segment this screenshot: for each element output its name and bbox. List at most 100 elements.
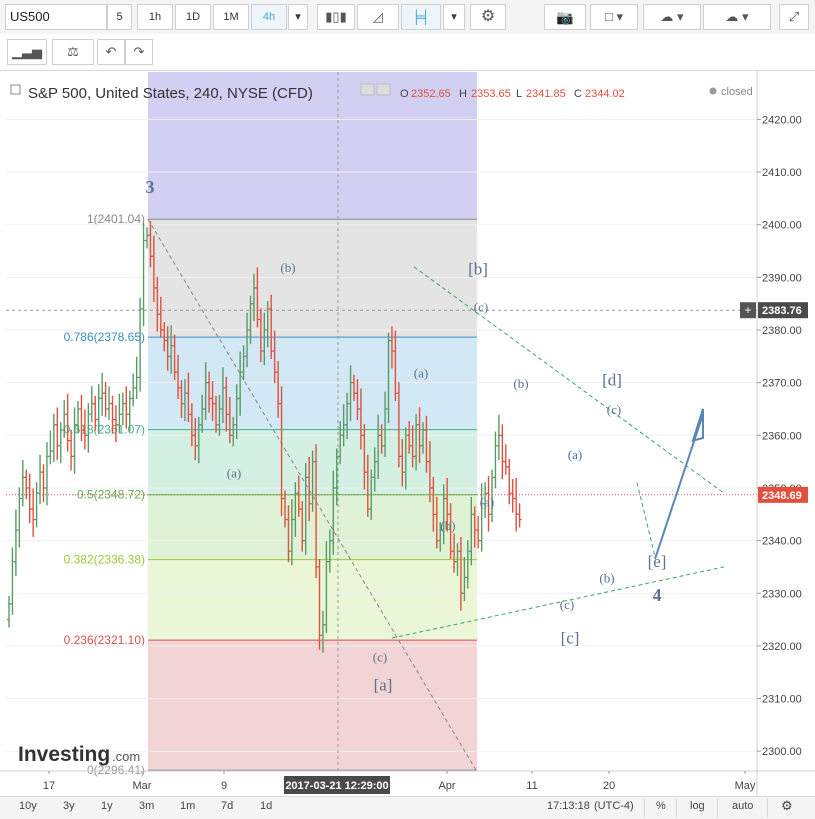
save-chart-button[interactable]: ☁ ▾ — [703, 4, 771, 30]
range-10y[interactable]: 10y — [19, 800, 37, 812]
price-tick-label: 2400.00 — [762, 220, 802, 232]
symbol-input[interactable]: US500 — [5, 4, 107, 30]
fib-band — [148, 640, 477, 771]
settings-button[interactable]: ⚙ — [470, 4, 506, 30]
price-tick-label: 2380.00 — [762, 325, 802, 337]
wave-label: (a) — [480, 494, 494, 509]
clock: 17:13:18 — [547, 800, 590, 812]
time-tick-label: Mar — [133, 780, 152, 792]
divider — [676, 799, 677, 817]
divider — [767, 799, 768, 817]
wave-label: (a) — [414, 365, 428, 380]
price-tick-label: 2360.00 — [762, 430, 802, 442]
price-chart[interactable]: 1(2401.04)0.786(2378.65)0.618(2361.07)0.… — [0, 71, 815, 796]
candles-style-button[interactable]: ▮▯▮ — [317, 4, 355, 30]
gear-icon[interactable]: ⚙ — [781, 798, 793, 814]
interval-dropdown[interactable]: ▾ — [288, 4, 308, 30]
fib-band — [148, 337, 477, 430]
range-1m[interactable]: 1m — [180, 800, 195, 812]
fib-band — [148, 559, 477, 641]
fib-band — [148, 219, 477, 338]
wave-label: [e] — [648, 552, 667, 571]
log-toggle[interactable]: log — [690, 800, 705, 812]
compare-button[interactable]: ⚖ — [52, 39, 94, 65]
legend-l-label: L — [516, 88, 522, 100]
interval-4h-button[interactable]: 4h — [251, 4, 287, 30]
wave-label: (c) — [474, 300, 488, 315]
investing-logo-suffix: .com — [112, 749, 140, 764]
line-style-button[interactable]: ◿ — [357, 4, 399, 30]
legend-c-label: C — [574, 88, 582, 100]
legend-h-label: H — [459, 88, 467, 100]
square-icon: □ ▾ — [605, 9, 623, 24]
wave-label: (a) — [568, 447, 582, 462]
price-tick-label: 2310.00 — [762, 694, 802, 706]
undo-button[interactable]: ↶ — [97, 39, 125, 65]
interval-1m-button[interactable]: 1M — [213, 4, 249, 30]
wave-label: 3 — [146, 177, 155, 197]
fib-level-label: 0.236(2321.10) — [64, 633, 145, 647]
percent-toggle[interactable]: % — [656, 800, 666, 812]
indicators-icon: ▁▃▅ — [12, 44, 42, 59]
redo-button[interactable]: ↷ — [125, 39, 153, 65]
layout-button[interactable]: □ ▾ — [590, 4, 638, 30]
snapshot-button[interactable]: 📷 — [544, 4, 586, 30]
time-tick-label: 9 — [221, 780, 227, 792]
price-tick-label: 2410.00 — [762, 167, 802, 179]
fib-level-label: 1(2401.04) — [87, 212, 145, 226]
fullscreen-button[interactable]: ⤢ — [779, 4, 809, 30]
interval-1d-button[interactable]: 1D — [175, 4, 211, 30]
wave-label: [d] — [602, 370, 622, 389]
bars-style-button[interactable]: ╞╡ — [401, 4, 441, 30]
load-chart-button[interactable]: ☁ ▾ — [643, 4, 701, 30]
range-3m[interactable]: 3m — [139, 800, 154, 812]
ohlc-bars-icon: ╞╡ — [411, 9, 431, 24]
range-1y[interactable]: 1y — [101, 800, 113, 812]
price-tick-label: 2330.00 — [762, 588, 802, 600]
fib-level-label: 0.5(2348.72) — [77, 488, 145, 502]
legend-hide-icon[interactable] — [376, 83, 391, 96]
fib-level-label: 0.786(2378.65) — [64, 330, 145, 344]
time-tick-label: 11 — [526, 780, 537, 792]
wave-label: (b) — [599, 571, 614, 586]
wave-label: [a] — [374, 676, 393, 695]
interval-5-button[interactable]: 5 — [107, 4, 132, 30]
divider — [644, 799, 645, 817]
legend-h-value: 2353.65 — [471, 88, 511, 100]
last-price-label: 2348.69 — [762, 490, 802, 502]
style-dropdown[interactable]: ▾ — [443, 4, 465, 30]
auto-toggle[interactable]: auto — [732, 800, 753, 812]
camera-icon: 📷 — [556, 9, 574, 25]
crosshair-time-label: 2017-03-21 12:29:00 — [285, 780, 388, 792]
scales-icon: ⚖ — [67, 44, 79, 59]
cloud-upload-icon: ☁ ▾ — [725, 9, 749, 24]
area-chart-icon: ◿ — [373, 9, 383, 24]
status-dot-icon — [709, 87, 717, 95]
wave-label: (c) — [607, 402, 621, 417]
range-3y[interactable]: 3y — [63, 800, 75, 812]
legend-o-value: 2352.65 — [411, 88, 451, 100]
timezone[interactable]: (UTC-4) — [594, 800, 634, 812]
redo-icon: ↷ — [133, 44, 145, 59]
time-tick-label: 20 — [603, 780, 615, 792]
wave-label: (b) — [513, 376, 528, 391]
expand-icon: ⤢ — [788, 9, 800, 24]
secondary-toolbar: ▁▃▅ ⚖ ↶ ↷ — [0, 34, 815, 71]
crosshair-price-label: 2383.76 — [762, 305, 802, 317]
wave-label: (c) — [560, 597, 574, 612]
wave-label: (c) — [373, 650, 387, 665]
crosshair-plus-icon[interactable]: + — [744, 303, 751, 317]
divider — [717, 799, 718, 817]
legend-c-value: 2344.02 — [585, 88, 625, 100]
legend-settings-icon[interactable] — [360, 83, 375, 96]
wave-label: [c] — [561, 628, 580, 647]
interval-1h-button[interactable]: 1h — [137, 4, 173, 30]
range-7d[interactable]: 7d — [221, 800, 233, 812]
price-tick-label: 2320.00 — [762, 641, 802, 653]
indicators-button[interactable]: ▁▃▅ — [7, 39, 47, 65]
legend-l-value: 2341.85 — [526, 88, 566, 100]
range-1d[interactable]: 1d — [260, 800, 272, 812]
undo-icon: ↶ — [105, 44, 117, 59]
wave-label: 4 — [653, 585, 662, 605]
investing-logo: Investing — [18, 743, 110, 766]
